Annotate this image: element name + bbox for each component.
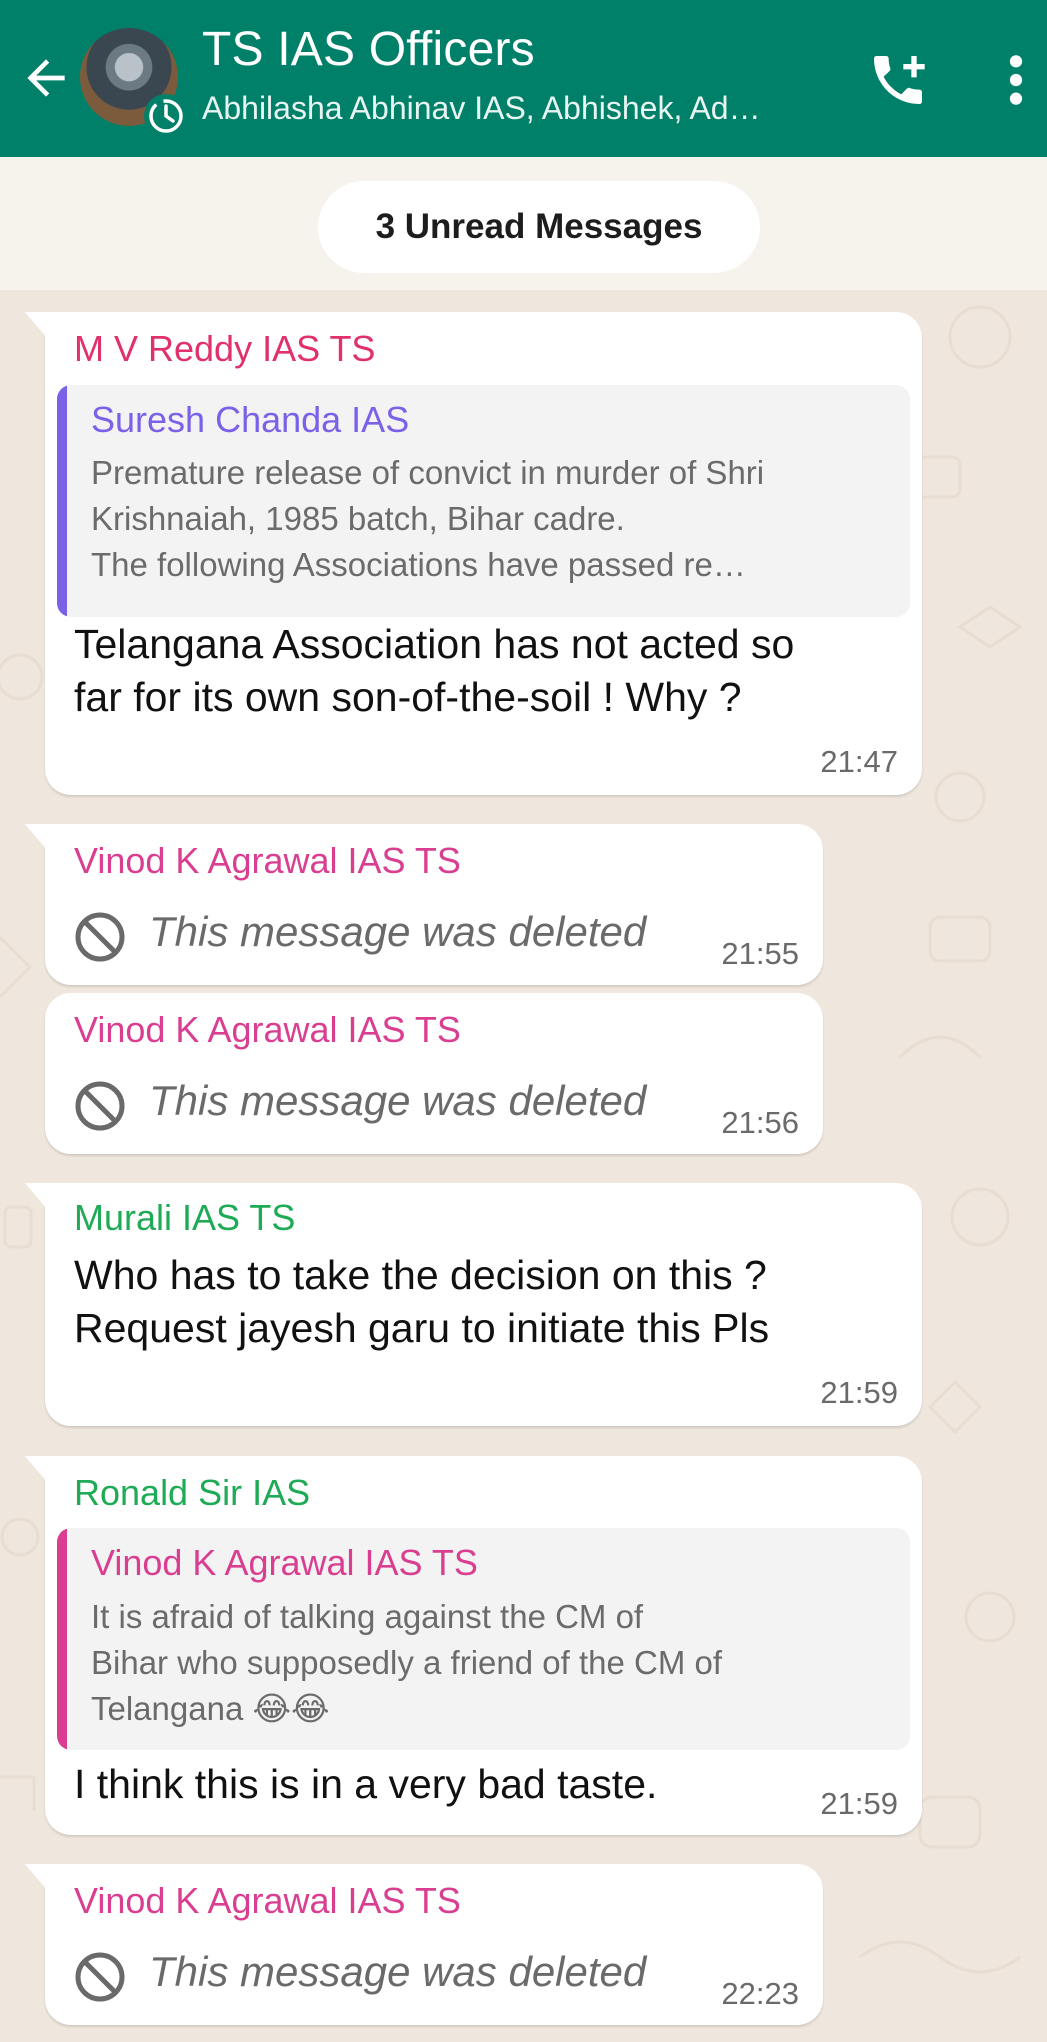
message-bubble[interactable]: Ronald Sir IAS Vinod K Agrawal IAS TS It…: [25, 1456, 922, 1835]
message-sender[interactable]: Ronald Sir IAS: [74, 1472, 310, 1514]
add-call-icon[interactable]: [866, 48, 930, 112]
message-text: Who has to take the decision on this ? R…: [74, 1252, 770, 1351]
message-sender[interactable]: M V Reddy IAS TS: [74, 328, 375, 370]
blocked-icon: [73, 1079, 127, 1133]
quote-accent-bar: [57, 1528, 67, 1750]
chat-title[interactable]: TS IAS Officers: [202, 22, 535, 77]
blocked-icon: [73, 910, 127, 964]
message-bubble[interactable]: Vinod K Agrawal IAS TS This message was …: [45, 993, 823, 1154]
back-arrow-icon[interactable]: [18, 50, 74, 106]
message-time: 21:59: [820, 1786, 898, 1821]
bubble-tail: [25, 824, 47, 850]
message-sender[interactable]: Murali IAS TS: [74, 1197, 295, 1239]
bubble-tail: [25, 1456, 47, 1482]
message-time: 21:59: [820, 1375, 898, 1410]
message-bubble[interactable]: Vinod K Agrawal IAS TS This message was …: [25, 1864, 823, 2025]
message-bubble[interactable]: Murali IAS TS Who has to take the decisi…: [25, 1183, 922, 1426]
blocked-icon: [73, 1950, 127, 2004]
message-sender[interactable]: Vinod K Agrawal IAS TS: [74, 840, 461, 882]
quoted-message[interactable]: Vinod K Agrawal IAS TS It is afraid of t…: [57, 1528, 910, 1750]
message-time: 21:47: [820, 744, 898, 779]
quoted-text: Premature release of convict in murder o…: [91, 454, 765, 583]
quote-accent-bar: [57, 385, 67, 617]
message-bubble[interactable]: M V Reddy IAS TS Suresh Chanda IAS Prema…: [25, 312, 922, 795]
bubble-tail: [25, 1864, 47, 1890]
deleted-message-text: This message was deleted: [149, 1948, 647, 1995]
disappearing-timer-icon: [144, 94, 188, 138]
more-options-icon[interactable]: [996, 48, 1036, 112]
quoted-sender: Vinod K Agrawal IAS TS: [91, 1542, 478, 1583]
bubble-tail: [25, 312, 47, 338]
bubble-tail: [25, 1183, 47, 1209]
message-text: I think this is in a very bad taste.: [74, 1761, 658, 1807]
deleted-message-text: This message was deleted: [149, 908, 647, 955]
message-sender[interactable]: Vinod K Agrawal IAS TS: [74, 1009, 461, 1051]
message-time: 22:23: [721, 1976, 799, 2011]
chat-participants[interactable]: Abhilasha Abhinav IAS, Abhishek, Ad…: [202, 90, 761, 127]
unread-messages-label: 3 Unread Messages: [318, 181, 760, 273]
message-time: 21:56: [721, 1105, 799, 1140]
chat-header: TS IAS Officers Abhilasha Abhinav IAS, A…: [0, 0, 1047, 157]
message-bubble[interactable]: Vinod K Agrawal IAS TS This message was …: [25, 824, 823, 985]
message-time: 21:55: [721, 936, 799, 971]
quoted-sender: Suresh Chanda IAS: [91, 399, 410, 440]
quoted-message[interactable]: Suresh Chanda IAS Premature release of c…: [57, 385, 910, 617]
deleted-message-text: This message was deleted: [149, 1077, 647, 1124]
quoted-text: It is afraid of talking against the CM o…: [91, 1598, 723, 1727]
message-sender[interactable]: Vinod K Agrawal IAS TS: [74, 1880, 461, 1922]
message-text: Telangana Association has not acted so f…: [74, 621, 795, 720]
